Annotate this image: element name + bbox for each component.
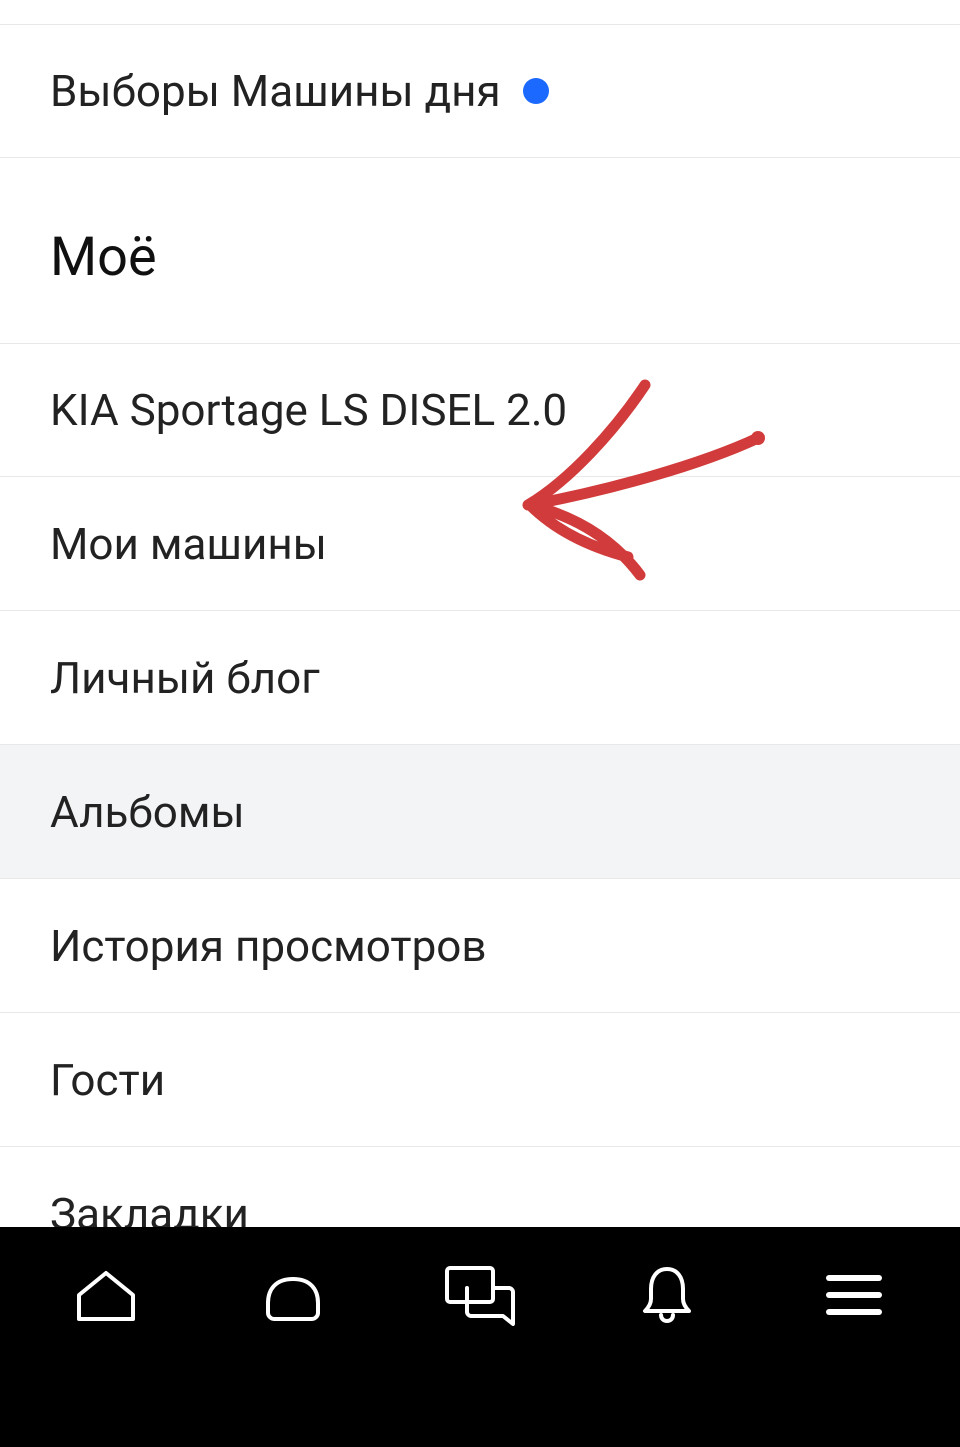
unread-dot-icon	[523, 78, 549, 104]
nav-messages[interactable]	[432, 1255, 528, 1335]
home-icon	[75, 1267, 137, 1323]
menu-item-label: Личный блог	[50, 652, 320, 704]
menu-item-kia-sportage[interactable]: KIA Sportage LS DISEL 2.0	[0, 343, 960, 477]
bell-icon	[641, 1265, 693, 1325]
car-icon	[258, 1269, 328, 1321]
menu-item-label: Гости	[50, 1054, 165, 1106]
nav-home[interactable]	[58, 1255, 154, 1335]
content-area: Выборы Машины дня Моё KIA Sportage LS DI…	[0, 0, 960, 1327]
menu-item-my-cars[interactable]: Мои машины	[0, 477, 960, 611]
menu-item-albums[interactable]: Альбомы	[0, 745, 960, 879]
menu-item-label: История просмотров	[50, 920, 487, 972]
menu-item-label: Альбомы	[50, 786, 245, 838]
menu-item-guests[interactable]: Гости	[0, 1013, 960, 1147]
menu-item-label: Выборы Машины дня	[50, 65, 501, 117]
bottom-nav	[0, 1227, 960, 1447]
nav-menu[interactable]	[806, 1255, 902, 1335]
menu-item-personal-blog[interactable]: Личный блог	[0, 611, 960, 745]
menu-item-label: Мои машины	[50, 518, 327, 570]
menu-item-car-of-day[interactable]: Выборы Машины дня	[0, 24, 960, 158]
nav-garage[interactable]	[245, 1255, 341, 1335]
section-title-my: Моё	[0, 158, 960, 343]
messages-icon	[443, 1264, 517, 1326]
nav-notifications[interactable]	[619, 1255, 715, 1335]
viewport: Выборы Машины дня Моё KIA Sportage LS DI…	[0, 0, 960, 1447]
menu-item-history[interactable]: История просмотров	[0, 879, 960, 1013]
menu-item-label: KIA Sportage LS DISEL 2.0	[50, 384, 567, 436]
menu-icon	[825, 1272, 883, 1318]
